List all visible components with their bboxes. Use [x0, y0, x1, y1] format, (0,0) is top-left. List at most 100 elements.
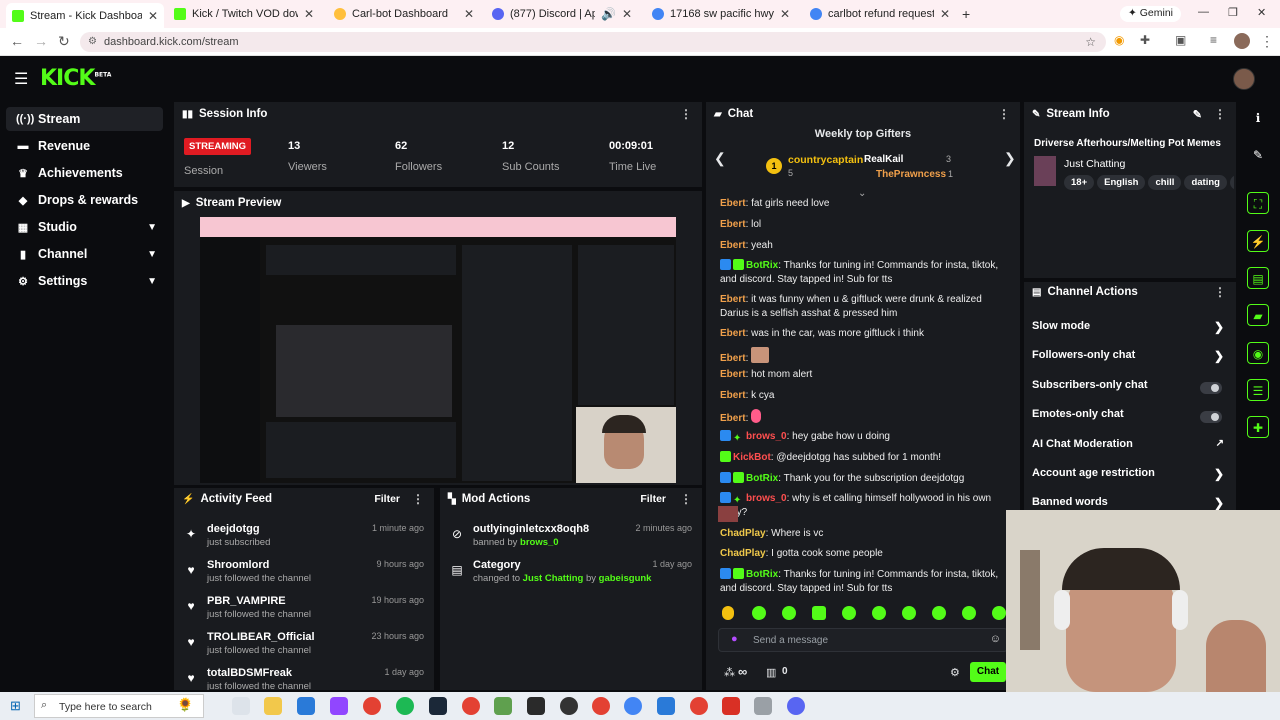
file-explorer-icon[interactable] [264, 697, 282, 715]
sidebar-item-studio[interactable]: ▦ Studio ▼ [6, 215, 163, 239]
emotes-only-toggle[interactable] [1200, 411, 1222, 423]
media-icon[interactable]: ≡ [1210, 33, 1217, 47]
chat-username[interactable]: Ebert [720, 390, 746, 401]
mod-user[interactable]: brows_0 [520, 537, 559, 548]
minecraft-icon[interactable] [494, 697, 512, 715]
feed-user[interactable]: Shroomlord [207, 559, 269, 571]
close-tab-icon[interactable]: ✕ [464, 7, 474, 21]
tag-chip[interactable]: dating [1184, 175, 1227, 190]
more-options-icon[interactable]: ⋮ [1214, 285, 1226, 299]
emote-icon[interactable] [812, 606, 826, 620]
chrome-icon[interactable] [462, 697, 480, 715]
extensions-icon[interactable]: ✚ [1140, 33, 1150, 47]
mod-target[interactable]: outlyinginletcxx8oqh8 [473, 523, 589, 535]
sidebar-item-stream[interactable]: ((·)) Stream [6, 107, 163, 131]
browser-menu-icon[interactable]: ⋮ [1260, 33, 1274, 50]
close-tab-icon[interactable]: ✕ [940, 7, 950, 21]
more-options-icon[interactable]: ⋮ [998, 107, 1010, 121]
gemini-button[interactable]: ✦ Gemini [1120, 6, 1181, 22]
chrome-profile-icon[interactable] [624, 697, 642, 715]
next-arrow-icon[interactable]: ❯ [1004, 150, 1016, 167]
gifter-name[interactable]: ThePrawncess [876, 169, 946, 180]
feed-user[interactable]: deejdotgg [207, 523, 260, 535]
epic-games-icon[interactable] [527, 697, 545, 715]
spotify-icon[interactable] [396, 697, 414, 715]
back-icon[interactable]: ← [10, 33, 24, 49]
emote-icon[interactable] [992, 606, 1006, 620]
emote-icon[interactable] [782, 606, 796, 620]
close-tab-icon[interactable]: ✕ [304, 7, 314, 21]
obs-icon[interactable] [560, 697, 578, 715]
emote-icon[interactable] [872, 606, 886, 620]
sidebar-item-drops[interactable]: ◆ Drops & rewards [6, 188, 163, 212]
tab-carlbot[interactable]: Carl-bot Dashboard ✕ [328, 3, 480, 25]
chat-username[interactable]: Ebert [720, 240, 746, 251]
close-tab-icon[interactable]: ✕ [780, 7, 790, 21]
chat-username[interactable]: ChadPlay [720, 528, 766, 539]
app-icon[interactable] [722, 697, 740, 715]
taskbar-search[interactable]: ⌕ Type here to search 🌻 [34, 694, 204, 718]
tab-google-carlbot[interactable]: carlbot refund request - Googl ✕ [804, 3, 956, 25]
chat-send-button[interactable]: Chat [970, 662, 1006, 682]
fullscreen-icon[interactable]: ⛶ [1247, 192, 1269, 214]
chrome-icon[interactable] [690, 697, 708, 715]
discord-icon[interactable] [787, 697, 805, 715]
chat-username[interactable]: BotRix [746, 569, 778, 580]
broadcast-icon[interactable]: ◉ [1247, 342, 1269, 364]
hamburger-menu-icon[interactable]: ☰ [14, 69, 28, 89]
chat-username[interactable]: KickBot [733, 452, 771, 463]
more-options-icon[interactable]: ⋮ [412, 492, 424, 506]
kick-logo[interactable]: KICKBETA [40, 66, 111, 91]
points-icon[interactable]: ⁂ [724, 666, 735, 679]
speaker-icon[interactable]: 🔊 [601, 7, 616, 21]
tab-google-address[interactable]: 17168 sw pacific hwy - Google ✕ [646, 3, 796, 25]
account-age-row[interactable]: Account age restriction ❯ [1032, 467, 1228, 487]
new-tab-icon[interactable]: + [962, 6, 970, 22]
info-icon[interactable]: ℹ [1247, 107, 1269, 129]
reload-icon[interactable]: ↻ [58, 33, 70, 50]
stream-preview-video[interactable] [200, 217, 676, 483]
gift-icon[interactable]: ▥ [766, 666, 776, 679]
feed-user[interactable]: totalBDSMFreak [207, 667, 292, 679]
sidepanel-icon[interactable]: ▣ [1175, 33, 1186, 47]
app-icon[interactable] [754, 697, 772, 715]
tag-chip[interactable]: English [1097, 175, 1146, 190]
chat-username[interactable]: brows_0 [746, 431, 787, 442]
gifter-name[interactable]: countrycaptain [788, 154, 863, 166]
pencil-icon[interactable]: ✎ [1247, 144, 1269, 166]
emote-icon[interactable] [842, 606, 856, 620]
chat-settings-icon[interactable]: ⚙ [950, 666, 960, 679]
emote-icon[interactable] [722, 606, 734, 620]
task-view-icon[interactable] [232, 697, 250, 715]
profile-avatar[interactable] [1234, 33, 1250, 49]
mod-filter-button[interactable]: Filter [640, 493, 666, 505]
emote-icon[interactable] [932, 606, 946, 620]
followers-only-row[interactable]: Followers-only chat ❯ [1032, 349, 1228, 369]
tag-chip[interactable]: dr [1229, 175, 1234, 190]
more-options-icon[interactable]: ⋮ [1214, 107, 1226, 121]
sidebar-item-settings[interactable]: ⚙ Settings ▼ [6, 269, 163, 293]
close-tab-icon[interactable]: ✕ [148, 9, 158, 23]
list-icon[interactable]: ☰ [1247, 379, 1269, 401]
tag-chip[interactable]: chill [1148, 175, 1182, 190]
microphone-icon[interactable]: ● [731, 633, 738, 645]
chat-username[interactable]: Ebert [720, 294, 746, 305]
window-close-icon[interactable]: ✕ [1257, 6, 1266, 19]
sidebar-item-revenue[interactable]: ▬ Revenue [6, 134, 163, 158]
chat-username[interactable]: ChadPlay [720, 548, 766, 559]
more-options-icon[interactable]: ⋮ [680, 492, 692, 506]
site-info-icon[interactable]: ⚙ [88, 36, 97, 47]
tag-chip[interactable]: 18+ [1064, 175, 1095, 190]
close-tab-icon[interactable]: ✕ [622, 7, 632, 21]
activity-filter-button[interactable]: Filter [374, 493, 400, 505]
chat-username[interactable]: Ebert [720, 219, 746, 230]
mod-user[interactable]: gabeisgunk [599, 573, 652, 584]
sidebar-item-channel[interactable]: ▮ Channel ▼ [6, 242, 163, 266]
emoji-picker-icon[interactable]: ☺ [990, 633, 1001, 645]
chrome-icon[interactable] [592, 697, 610, 715]
tab-vod-downloader[interactable]: Kick / Twitch VOD downloader ✕ [168, 3, 320, 25]
outlook-icon[interactable] [297, 697, 315, 715]
category-name[interactable]: Just Chatting [1064, 158, 1125, 170]
lightning-icon[interactable]: ⚡ [1247, 230, 1269, 252]
more-options-icon[interactable]: ⋮ [680, 107, 692, 121]
